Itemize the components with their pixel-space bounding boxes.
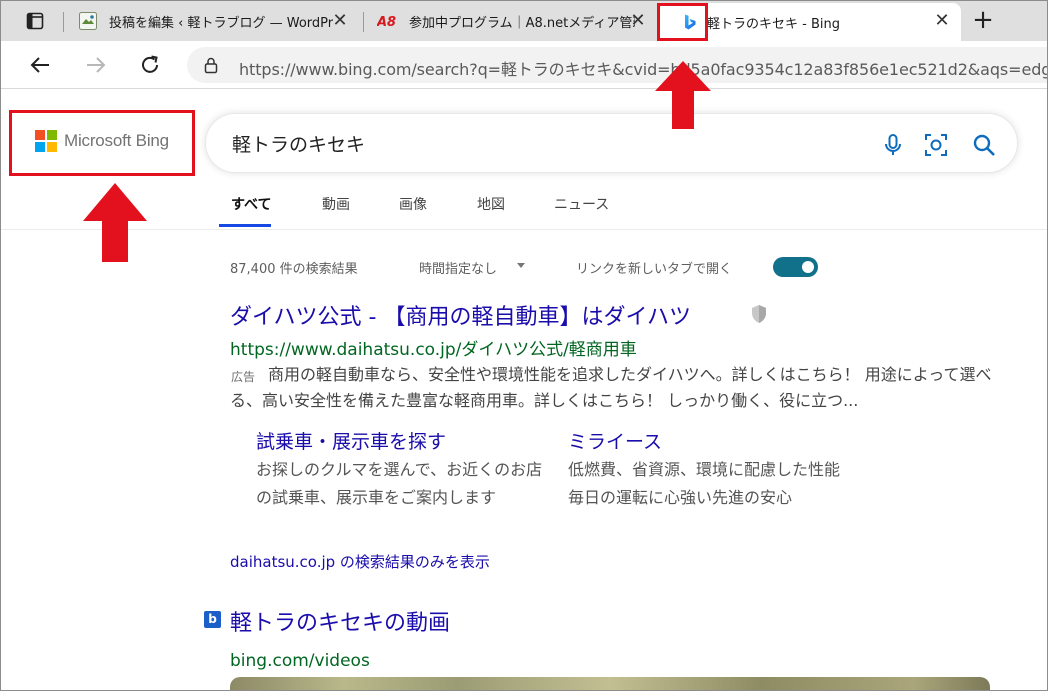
sitelink-description: お探しのクルマを選んで、お近くのお店の試乗車、展示車をご案内します bbox=[256, 460, 543, 507]
ad-badge: 広告 bbox=[231, 370, 256, 384]
ad-description: 商用の軽自動車なら、安全性や環境性能を追求したダイハツへ。詳しくはこちら！ 用途… bbox=[230, 365, 992, 410]
forward-button[interactable] bbox=[81, 51, 111, 79]
annotation-arrow-up-icon bbox=[83, 183, 147, 262]
time-filter-dropdown[interactable]: 時間指定なし bbox=[419, 258, 497, 277]
active-scope-underline bbox=[219, 224, 271, 227]
scope-all[interactable]: すべて bbox=[231, 194, 271, 214]
open-new-tab-toggle[interactable] bbox=[773, 257, 818, 277]
tab-actions-button[interactable] bbox=[21, 7, 49, 35]
site-only-results-link[interactable]: daihatsu.co.jp の検索結果のみを表示 bbox=[230, 551, 490, 572]
microphone-icon[interactable] bbox=[880, 132, 906, 158]
annotation-arrow-up-icon bbox=[655, 61, 711, 129]
sitelink-title[interactable]: ミライース bbox=[568, 427, 662, 454]
forward-arrow-icon bbox=[87, 57, 106, 73]
open-new-tab-label: リンクを新しいタブで開く bbox=[576, 262, 733, 277]
close-tab-button[interactable]: ✕ bbox=[629, 12, 647, 30]
tab-strip: 投稿を編集 ‹ 軽トラブログ — WordPress ✕ A8 参加中プログラム… bbox=[1, 1, 1047, 41]
browser-window: 投稿を編集 ‹ 軽トラブログ — WordPress ✕ A8 参加中プログラム… bbox=[0, 0, 1048, 691]
tab-title: 投稿を編集 ‹ 軽トラブログ — WordPress bbox=[109, 15, 333, 31]
video-section-title-link[interactable]: 軽トラのキセキの動画 bbox=[230, 605, 450, 637]
visual-search-icon[interactable] bbox=[923, 132, 949, 158]
tab-separator bbox=[63, 12, 64, 32]
search-icon[interactable] bbox=[971, 132, 997, 158]
url-text: https://www.bing.com/search?q=軽トラのキセキ&cv… bbox=[239, 60, 1048, 79]
scope-images[interactable]: 画像 bbox=[399, 194, 427, 214]
browser-toolbar: https://www.bing.com/search?q=軽トラのキセキ&cv… bbox=[1, 41, 1048, 89]
tab-a8[interactable]: A8 参加中プログラム｜A8.netメディア管理画面 ✕ bbox=[365, 3, 657, 39]
scope-video[interactable]: 動画 bbox=[322, 194, 350, 214]
annotation-box-bing-favicon bbox=[657, 3, 708, 41]
video-thumbnail[interactable] bbox=[230, 677, 990, 690]
annotation-box-logo bbox=[9, 110, 195, 176]
tab-wordpress[interactable]: 投稿を編集 ‹ 軽トラブログ — WordPress ✕ bbox=[67, 3, 359, 39]
ad-url[interactable]: https://www.daihatsu.co.jp/ダイハツ公式/軽商用車 bbox=[230, 335, 637, 360]
back-arrow-icon bbox=[30, 57, 49, 73]
scope-news[interactable]: ニュース bbox=[554, 194, 609, 214]
refresh-button[interactable] bbox=[135, 51, 165, 79]
sitelink-description: 低燃費、省資源、環境に配慮した性能 毎日の運転に心強い先進の安心 bbox=[568, 460, 841, 507]
close-tab-button[interactable]: ✕ bbox=[331, 12, 349, 30]
tab-title: 軽トラのキセキ - Bing bbox=[707, 16, 840, 32]
refresh-icon bbox=[142, 55, 158, 73]
new-tab-button[interactable]: + bbox=[967, 6, 999, 36]
a8-icon: A8 bbox=[377, 15, 396, 30]
divider bbox=[1, 229, 1047, 230]
address-bar[interactable]: https://www.bing.com/search?q=軽トラのキセキ&cv… bbox=[187, 47, 1048, 83]
svg-text:A8: A8 bbox=[377, 15, 396, 30]
shield-icon bbox=[752, 305, 766, 323]
toggle-knob bbox=[802, 261, 814, 273]
bing-video-icon: b bbox=[204, 611, 221, 628]
search-input[interactable]: 軽トラのキセキ bbox=[232, 130, 365, 157]
sitelink-title[interactable]: 試乗車・展示車を探す bbox=[256, 427, 446, 454]
ad-result-title-link[interactable]: ダイハツ公式 - 【商用の軽自動車】はダイハツ bbox=[230, 299, 691, 331]
bing-results-page: Microsoft Bing 軽トラのキセキ すべて 動画 画像 地図 ニュース bbox=[1, 90, 1047, 690]
scope-maps[interactable]: 地図 bbox=[477, 194, 505, 214]
close-tab-button[interactable]: ✕ bbox=[933, 12, 951, 30]
chevron-down-icon[interactable] bbox=[517, 263, 525, 268]
back-button[interactable] bbox=[25, 51, 55, 79]
result-count: 87,400 件の検索結果 bbox=[230, 262, 358, 277]
tab-actions-icon bbox=[26, 12, 44, 30]
search-box[interactable]: 軽トラのキセキ bbox=[205, 113, 1018, 173]
tab-separator bbox=[363, 12, 364, 32]
lock-icon[interactable] bbox=[204, 57, 218, 74]
video-section-url[interactable]: bing.com/videos bbox=[230, 651, 370, 671]
tab-title: 参加中プログラム｜A8.netメディア管理画面 bbox=[409, 15, 635, 31]
wordpress-site-icon bbox=[79, 12, 97, 30]
